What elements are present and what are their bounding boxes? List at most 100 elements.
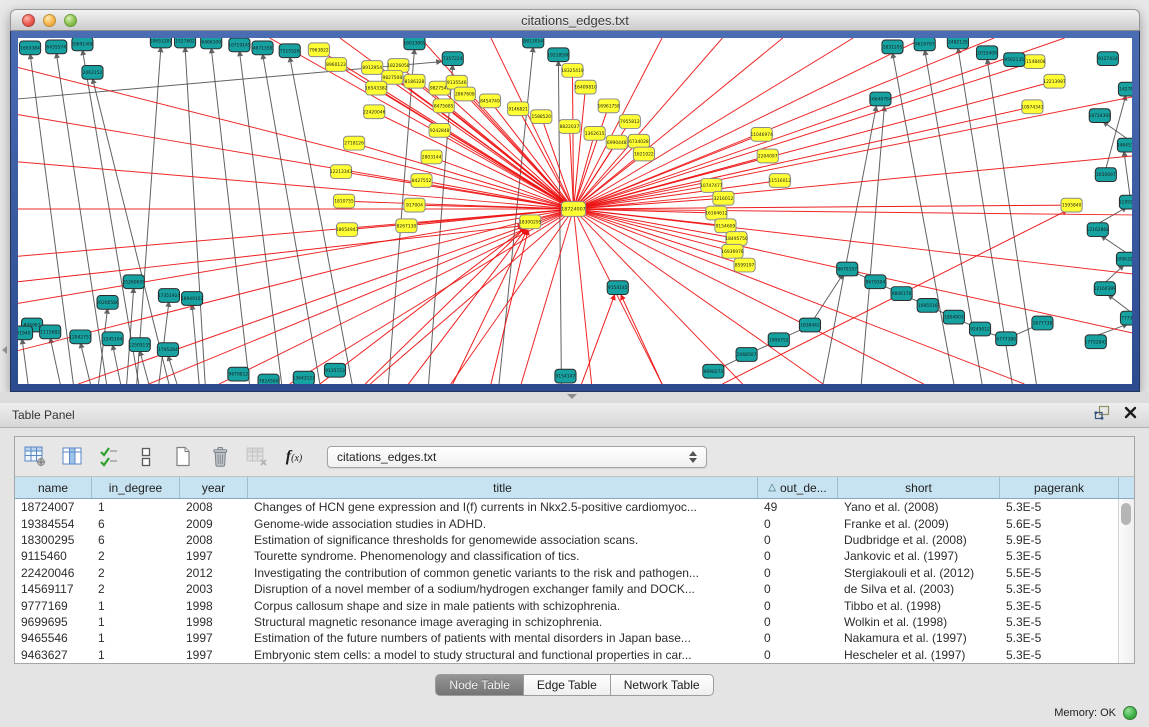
graph-node[interactable]: 16648784 [869,92,892,106]
table-cell-in_degree[interactable]: 2 [92,566,180,580]
graph-node[interactable]: 6990448 [606,135,627,149]
table-cell-out_degree[interactable]: 49 [758,500,838,514]
table-cell-in_degree[interactable]: 2 [92,582,180,596]
graph-node[interactable]: 10963214 [1116,252,1132,266]
graph-node[interactable]: 1677738 [1032,316,1053,330]
column-header-short[interactable]: short [838,477,1000,498]
table-cell-name[interactable]: 9115460 [15,549,92,563]
graph-node[interactable]: 18325419 [561,64,584,78]
graph-node[interactable]: 8186328 [404,74,425,88]
graph-node[interactable]: 1650697 [1095,168,1116,182]
panel-collapse-handle[interactable] [2,346,7,354]
scrollbar-thumb[interactable] [1121,503,1131,525]
graph-node[interactable]: 9592135 [1004,53,1025,67]
table-cell-name[interactable]: 9777169 [15,599,92,613]
graph-node[interactable]: 1831205 [882,40,903,54]
table-cell-pagerank[interactable]: 5.3E-5 [1000,599,1118,613]
table-cell-short[interactable]: Franke et al. (2009) [838,517,1000,531]
graph-node[interactable]: 1795284 [157,343,178,357]
table-cell-title[interactable]: Changes of HCN gene expression and I(f) … [248,500,758,514]
table-select-dropdown[interactable]: citations_edges.txt [327,446,707,468]
column-header-in_degree[interactable]: in_degree [92,477,180,498]
table-cell-name[interactable]: 14569117 [15,582,92,596]
table-cell-short[interactable]: de Silva et al. (2003) [838,582,1000,596]
table-cell-in_degree[interactable]: 6 [92,517,180,531]
table-cell-year[interactable]: 2008 [180,533,248,547]
table-cell-year[interactable]: 2003 [180,582,248,596]
graph-node[interactable]: 9245012 [969,322,990,336]
graph-node[interactable]: 8599197 [734,258,755,272]
column-header-title[interactable]: title [248,477,758,498]
graph-node[interactable]: 9242848 [429,124,450,138]
graph-node[interactable]: 1838442 [799,318,820,332]
window-zoom-button[interactable] [64,14,77,27]
table-cell-title[interactable]: Embryonic stem cells: a model to study s… [248,648,758,662]
graph-node[interactable]: 16164612 [705,206,728,220]
graph-node[interactable]: 7357224 [442,52,463,66]
table-cell-year[interactable]: 2008 [180,500,248,514]
table-cell-in_degree[interactable]: 1 [92,615,180,629]
table-cell-title[interactable]: Tourette syndrome. Phenomenology and cla… [248,549,758,563]
table-cell-short[interactable]: Yano et al. (2008) [838,500,1000,514]
graph-node[interactable]: 1695516 [917,298,938,312]
graph-node[interactable]: 18654943 [336,223,359,237]
graph-node[interactable]: 17752843 [1085,335,1108,349]
graph-node[interactable]: 1362615 [584,126,605,140]
graph-node[interactable]: 8427552 [411,174,432,188]
table-cell-year[interactable]: 1998 [180,615,248,629]
graph-node[interactable]: 16936978 [721,244,744,258]
graph-node[interactable]: 6466100 [201,38,222,49]
table-mode-button[interactable] [23,445,47,469]
graph-node[interactable]: 1663384 [20,41,41,55]
graph-node[interactable]: 19218596 [547,48,570,62]
graph-node[interactable]: 10719145 [228,38,251,52]
tab-node-table[interactable]: Node Table [435,674,524,696]
table-cell-title[interactable]: Corpus callosum shape and size in male p… [248,599,758,613]
graph-node[interactable]: 2204097 [757,149,778,163]
graph-node[interactable]: 1906752 [768,333,789,347]
table-cell-pagerank[interactable]: 5.3E-5 [1000,615,1118,629]
table-cell-year[interactable]: 1997 [180,648,248,662]
graph-node[interactable]: 7955812 [619,115,640,129]
graph-node[interactable]: 2063152 [82,66,103,80]
table-cell-pagerank[interactable]: 5.3E-5 [1000,500,1118,514]
graph-node[interactable]: 1810755 [333,194,354,208]
graph-node[interactable]: 9806170 [891,287,912,301]
graph-node[interactable]: 20206586 [96,296,119,310]
table-cell-title[interactable]: Disruption of a novel member of a sodium… [248,582,758,596]
graph-node[interactable]: 4671358 [252,41,273,55]
graph-node[interactable]: 2867608 [454,87,475,101]
table-cell-out_degree[interactable]: 0 [758,517,838,531]
column-header-name[interactable]: name [15,477,92,498]
graph-node[interactable]: 7773778 [1120,311,1132,325]
graph-node[interactable]: 12162868 [1087,223,1110,237]
graph-node[interactable]: 18949102 [181,292,204,306]
table-row[interactable]: 911546021997Tourette syndrome. Phenomeno… [15,548,1118,564]
table-cell-short[interactable]: Tibbo et al. (1998) [838,599,1000,613]
table-cell-in_degree[interactable]: 1 [92,648,180,662]
window-titlebar[interactable]: citations_edges.txt [10,9,1140,31]
table-cell-pagerank[interactable]: 5.3E-5 [1000,549,1118,563]
row-selection-button[interactable] [97,445,121,469]
table-row[interactable]: 969969511998Structural magnetic resonanc… [15,614,1118,630]
table-cell-in_degree[interactable]: 1 [92,500,180,514]
table-cell-short[interactable]: Hescheler et al. (1997) [838,648,1000,662]
table-scrollbar[interactable] [1118,499,1134,663]
table-cell-title[interactable]: Investigating the contribution of common… [248,566,758,580]
graph-node[interactable]: 16033809 [403,38,426,50]
graph-node[interactable]: 12160399 [1094,282,1117,296]
graph-node[interactable]: 9698273 [703,364,724,378]
graph-node[interactable]: 7963822 [308,43,329,57]
graph-node[interactable]: 14645108 [1117,138,1132,152]
graph-node[interactable]: 1804903 [943,310,964,324]
graph-node[interactable]: 11046974 [750,127,773,141]
table-cell-name[interactable]: 9463627 [15,648,92,662]
table-cell-name[interactable]: 9699695 [15,615,92,629]
table-cell-name[interactable]: 18300295 [15,533,92,547]
graph-node[interactable]: 9154609 [715,219,736,233]
graph-node[interactable]: 8679197 [837,262,858,276]
graph-node[interactable]: 6777380 [996,332,1017,346]
table-cell-title[interactable]: Structural magnetic resonance image aver… [248,615,758,629]
table-cell-short[interactable]: Jankovic et al. (1997) [838,549,1000,563]
table-cell-year[interactable]: 1997 [180,549,248,563]
